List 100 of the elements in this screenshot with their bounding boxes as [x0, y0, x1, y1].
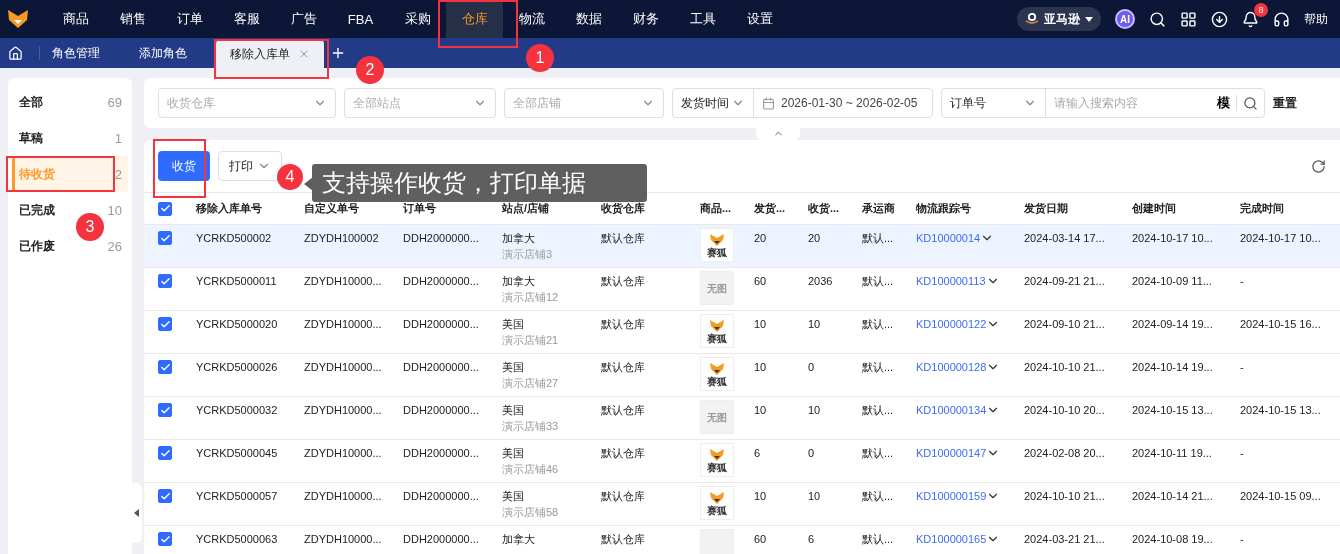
table-cell-text: ZDYDH10000...	[304, 532, 383, 547]
checkbox[interactable]	[158, 489, 172, 503]
tracking-link[interactable]: KD100000147	[916, 446, 1024, 460]
search-icon[interactable]	[1149, 10, 1166, 28]
nav-item[interactable]: 数据	[573, 0, 604, 38]
ai-assistant-button[interactable]: AI	[1115, 9, 1135, 29]
help-link[interactable]: 帮助	[1304, 10, 1328, 28]
table-cell-text: 60	[754, 532, 768, 547]
tracking-link[interactable]: KD10000014	[916, 231, 1024, 245]
receive-button[interactable]: 收货	[158, 151, 210, 181]
download-icon[interactable]	[1211, 10, 1228, 28]
date-range-field[interactable]: 2026-01-30 ~ 2026-02-05	[754, 89, 932, 117]
nav-item[interactable]: 客服	[231, 0, 262, 38]
site-text: 加拿大	[502, 532, 536, 546]
checkbox[interactable]	[158, 446, 172, 460]
checkbox[interactable]	[158, 274, 172, 288]
print-button[interactable]: 打印	[218, 151, 282, 181]
checkbox[interactable]	[158, 403, 172, 417]
nav-item[interactable]: 商品	[60, 0, 91, 38]
checkbox[interactable]	[158, 360, 172, 374]
tracking-link[interactable]: KD100000165	[916, 532, 1024, 546]
search-bar[interactable]: 订单号 请输入搜索内容 模	[941, 88, 1265, 118]
nav-item[interactable]: FBA	[345, 0, 376, 38]
check-icon	[159, 232, 171, 244]
fox-icon	[709, 490, 725, 505]
table-cell-text: 2024-09-21 21...	[1024, 274, 1106, 289]
table-cell-text: 默认仓库	[601, 446, 646, 461]
collapse-handle[interactable]	[130, 483, 142, 543]
status-filter-item[interactable]: 全部	[19, 93, 43, 111]
status-filter-item[interactable]: 已完成	[19, 201, 55, 219]
table-cell-text: 2024-10-14 19...	[1132, 360, 1214, 375]
tracking-link[interactable]: KD100000134	[916, 403, 1024, 417]
table-cell-text: 2024-10-15 16...	[1240, 317, 1322, 332]
check-icon	[159, 533, 171, 545]
table-cell-text: 2024-10-17 10...	[1240, 231, 1322, 246]
headset-icon[interactable]	[1273, 10, 1290, 28]
table-cell-text: 60	[754, 274, 768, 289]
table-row[interactable]: YCRKD500002 ZDYDH100002 DDH2000000... 加拿大 演示店铺3 默认仓库 赛狐 20 20 默认... KD10000014 2024-03-14 17... 2024-10-17 10... 2024-10-17 10...	[144, 225, 1340, 268]
store-text: 演示店铺58	[502, 505, 560, 519]
table-cell-text: ZDYDH10000...	[304, 274, 383, 289]
table-row[interactable]: YCRKD5000026 ZDYDH10000... DDH2000000... 美国 演示店铺27 默认仓库 赛狐 10 0 默认... KD100000128 2024-10-10 21... 2024-10-14 19... -	[144, 354, 1340, 397]
nav-item[interactable]: 广告	[288, 0, 319, 38]
tracking-link[interactable]: KD100000128	[916, 360, 1024, 374]
table-cell-text: 2024-10-10 20...	[1024, 403, 1106, 418]
status-filter-item[interactable]: 草稿	[19, 129, 43, 147]
table-row[interactable]: YCRKD5000032 ZDYDH10000... DDH2000000... 美国 演示店铺33 默认仓库 无图 10 10 默认... KD100000134 2024-10-10 20... 2024-10-15 13... 2024-10-15 13...	[144, 397, 1340, 440]
column-header: 完成时间	[1240, 201, 1285, 216]
nav-item[interactable]: 物流	[516, 0, 547, 38]
table-cell-text: 默认仓库	[601, 317, 646, 332]
platform-selector[interactable]: 亚马逊	[1017, 7, 1101, 31]
check-icon	[159, 447, 171, 459]
column-header: 创建时间	[1132, 201, 1177, 216]
table-cell-text: DDH2000000...	[403, 274, 480, 289]
table-cell-text: 默认仓库	[601, 532, 646, 547]
table-cell-text: 20	[754, 231, 768, 246]
site-text: 美国	[502, 360, 525, 374]
table-cell-text: 10	[754, 489, 768, 504]
reset-link[interactable]: 重置	[1273, 94, 1297, 112]
nav-item[interactable]: 采购	[402, 0, 433, 38]
refresh-icon[interactable]	[1311, 158, 1326, 174]
nav-item[interactable]: 工具	[687, 0, 718, 38]
table-cell-text: DDH2000000...	[403, 317, 480, 332]
search-icon[interactable]	[1243, 95, 1258, 111]
table-row[interactable]: YCRKD5000045 ZDYDH10000... DDH2000000... 美国 演示店铺46 默认仓库 赛狐 6 0 默认... KD100000147 2024-02-08 20... 2024-10-11 19... -	[144, 440, 1340, 483]
nav-item[interactable]: 财务	[630, 0, 661, 38]
checkbox[interactable]	[158, 532, 172, 546]
table-cell-text: 默认仓库	[601, 360, 646, 375]
table-cell-text: 默认仓库	[601, 489, 646, 504]
table-cell-text: 默认...	[862, 274, 895, 289]
apps-icon[interactable]	[1180, 10, 1197, 28]
bell-icon[interactable]	[1242, 10, 1259, 28]
home-icon[interactable]	[8, 45, 23, 61]
checkbox[interactable]	[158, 231, 172, 245]
check-icon	[159, 404, 171, 416]
add-tab-icon[interactable]	[330, 45, 346, 61]
page-tab[interactable]: 移除入库单	[216, 40, 324, 68]
select-field[interactable]: 发货时间	[673, 89, 754, 117]
page-tab[interactable]: 角色管理	[40, 38, 112, 68]
checkbox[interactable]	[158, 317, 172, 331]
tracking-link[interactable]: KD100000113	[916, 274, 1024, 288]
fox-icon	[709, 232, 725, 247]
nav-item[interactable]: 销售	[117, 0, 148, 38]
tracking-link[interactable]: KD100000122	[916, 317, 1024, 331]
logo[interactable]	[6, 8, 30, 30]
tracking-link[interactable]: KD100000159	[916, 489, 1024, 503]
nav-item[interactable]: 仓库	[446, 0, 503, 38]
table-cell-text: -	[1240, 274, 1245, 289]
status-filter-item[interactable]: 已作废	[19, 237, 55, 255]
highlight-frame	[153, 139, 206, 198]
checkbox[interactable]	[158, 201, 172, 216]
table-row[interactable]: YCRKD5000011 ZDYDH10000... DDH2000000... 加拿大 演示店铺12 默认仓库 无图 60 2036 默认... KD100000113 2024-09-21 21... 2024-10-09 11... -	[144, 268, 1340, 311]
table-row[interactable]: YCRKD5000020 ZDYDH10000... DDH2000000... 美国 演示店铺21 默认仓库 赛狐 10 10 默认... KD100000122 2024-09-10 21... 2024-09-14 19... 2024-10-15 16...	[144, 311, 1340, 354]
page-tab[interactable]: 添加角色	[127, 38, 199, 68]
table-cell-text: DDH2000000...	[403, 403, 480, 418]
smile-arrow-icon	[1025, 13, 1039, 25]
nav-item[interactable]: 设置	[744, 0, 775, 38]
nav-item[interactable]: 订单	[174, 0, 205, 38]
table-cell-text: 2024-09-10 21...	[1024, 317, 1106, 332]
table-row[interactable]: YCRKD5000057 ZDYDH10000... DDH2000000... 美国 演示店铺58 默认仓库 赛狐 10 10 默认... KD100000159 2024-10-10 21... 2024-10-14 21... 2024-10-15 09...	[144, 483, 1340, 526]
fuzzy-toggle[interactable]: 模	[1211, 89, 1236, 117]
